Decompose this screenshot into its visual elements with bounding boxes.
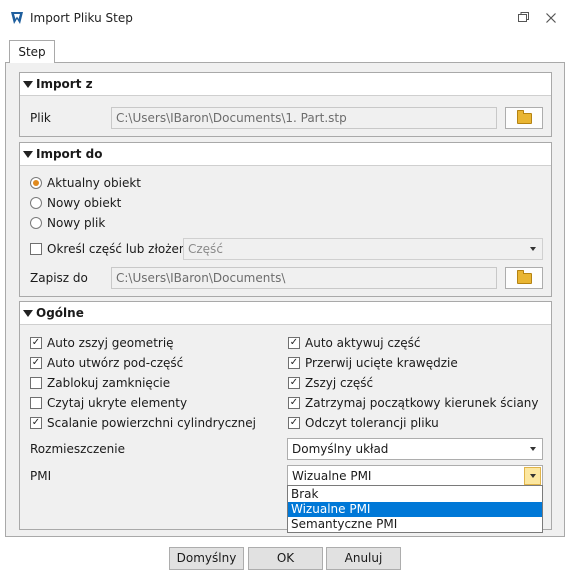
import-to-title: Import do [36, 147, 103, 161]
cancel-button[interactable]: Anuluj [326, 547, 401, 570]
close-icon [546, 13, 556, 23]
import-from-title: Import z [36, 77, 93, 91]
pmi-dropdown-button[interactable] [524, 467, 541, 485]
browse-file-button[interactable] [505, 107, 543, 129]
auto-stitch-checkbox[interactable]: ✓ [30, 337, 42, 349]
collapse-triangle-icon [23, 151, 33, 158]
auto-create-subpart-label: Auto utwórz pod-część [47, 356, 184, 370]
radio-new-object-label: Nowy obiekt [47, 196, 122, 210]
read-hidden-label: Czytaj ukryte elementy [47, 396, 188, 410]
radio-new-file[interactable] [30, 217, 42, 229]
lock-closure-label: Zablokuj zamknięcie [47, 376, 171, 390]
read-tolerance-checkbox[interactable]: ✓ [288, 417, 300, 429]
pmi-option-none[interactable]: Brak [288, 487, 542, 502]
pmi-value: Wizualne PMI [292, 469, 372, 483]
part-type-value: Część [188, 242, 223, 256]
part-type-select[interactable]: Część [183, 238, 543, 260]
close-button[interactable] [541, 8, 561, 28]
save-path-field[interactable]: C:\Users\IBaron\Documents\ [111, 267, 497, 289]
placement-select[interactable]: Domyślny układ [287, 438, 543, 460]
placement-label: Rozmieszczenie [30, 442, 125, 456]
chevron-down-icon [530, 474, 536, 478]
pmi-dropdown-list: Brak Wizualne PMI Semantyczne PMI [287, 485, 543, 533]
lock-closure-checkbox[interactable] [30, 377, 42, 389]
tab-step[interactable]: Step [9, 40, 55, 63]
save-to-label: Zapisz do [30, 271, 88, 285]
general-title: Ogólne [36, 306, 84, 320]
radio-new-file-label: Nowy plik [47, 216, 106, 230]
placement-value: Domyślny układ [292, 442, 389, 456]
break-trimmed-edges-checkbox[interactable]: ✓ [288, 357, 300, 369]
collapse-triangle-icon [23, 81, 33, 88]
import-to-header[interactable]: Import do [20, 143, 551, 166]
auto-activate-part-checkbox[interactable]: ✓ [288, 337, 300, 349]
radio-current-object[interactable] [30, 177, 42, 189]
break-trimmed-edges-label: Przerwij ucięte krawędzie [305, 356, 458, 370]
stitch-part-label: Zszyj część [305, 376, 374, 390]
app-logo-icon [11, 12, 23, 24]
pmi-select[interactable]: Wizualne PMI [287, 465, 543, 487]
merge-cylindrical-checkbox[interactable]: ✓ [30, 417, 42, 429]
stitch-part-checkbox[interactable]: ✓ [288, 377, 300, 389]
merge-cylindrical-label: Scalanie powierzchni cylindrycznej [47, 416, 256, 430]
auto-stitch-label: Auto zszyj geometrię [47, 336, 174, 350]
chevron-down-icon [530, 447, 536, 451]
general-header[interactable]: Ogólne [20, 302, 551, 325]
radio-current-object-label: Aktualny obiekt [47, 176, 142, 190]
browse-save-button[interactable] [505, 267, 543, 289]
pmi-option-visual[interactable]: Wizualne PMI [288, 502, 542, 517]
file-label: Plik [30, 111, 51, 125]
window-title: Import Pliku Step [30, 11, 133, 25]
pmi-label: PMI [30, 469, 52, 483]
radio-new-object[interactable] [30, 197, 42, 209]
folder-icon [517, 270, 532, 284]
import-from-header[interactable]: Import z [20, 73, 551, 96]
keep-face-direction-label: Zatrzymaj początkowy kierunek ściany [305, 396, 539, 410]
defaults-button[interactable]: Domyślny [169, 547, 244, 570]
collapse-triangle-icon [23, 310, 33, 317]
file-path-field[interactable]: C:\Users\IBaron\Documents\1. Part.stp [111, 107, 497, 129]
specify-part-label: Określ część lub złożenie [47, 242, 198, 256]
ok-button[interactable]: OK [248, 547, 323, 570]
auto-create-subpart-checkbox[interactable]: ✓ [30, 357, 42, 369]
pmi-option-semantic[interactable]: Semantyczne PMI [288, 517, 542, 532]
title-bar: Import Pliku Step [0, 0, 570, 36]
auto-activate-part-label: Auto aktywuj część [305, 336, 421, 350]
specify-part-checkbox[interactable] [30, 243, 42, 255]
read-hidden-checkbox[interactable] [30, 397, 42, 409]
folder-icon [517, 110, 532, 124]
restore-button[interactable] [513, 8, 533, 28]
read-tolerance-label: Odczyt tolerancji pliku [305, 416, 439, 430]
keep-face-direction-checkbox[interactable]: ✓ [288, 397, 300, 409]
chevron-down-icon [530, 247, 536, 251]
restore-icon [517, 12, 529, 22]
